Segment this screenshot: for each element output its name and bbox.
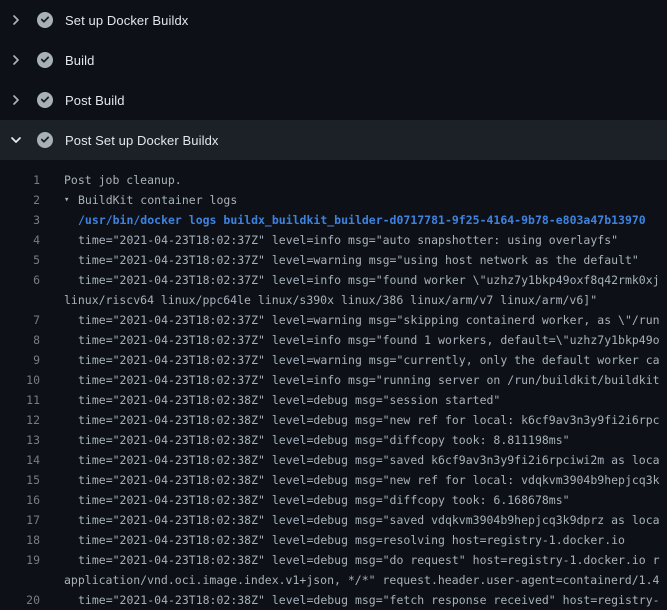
log-line-number[interactable]: 9	[0, 350, 40, 370]
log-line-text: time="2021-04-23T18:02:37Z" level=info m…	[78, 370, 660, 390]
log-line-number[interactable]: 10	[0, 370, 40, 390]
steps-list: Set up Docker Buildx Build Post Buil	[0, 0, 667, 160]
log-panel: 1 Post job cleanup. 2 ▾BuildKit containe…	[0, 160, 667, 610]
step-label: Build	[65, 53, 94, 68]
log-line-text: time="2021-04-23T18:02:37Z" level=warnin…	[78, 350, 660, 370]
log-line-number[interactable]: 4	[0, 230, 40, 250]
log-line: 2 ▾BuildKit container logs	[0, 190, 667, 210]
log-line-number[interactable]: 6	[0, 270, 40, 290]
log-line: 12 time="2021-04-23T18:02:38Z" level=deb…	[0, 410, 667, 430]
log-line-number[interactable]: 14	[0, 450, 40, 470]
log-line-text: time="2021-04-23T18:02:38Z" level=debug …	[78, 390, 500, 410]
log-line: 11 time="2021-04-23T18:02:38Z" level=deb…	[0, 390, 667, 410]
log-line-number[interactable]: 18	[0, 530, 40, 550]
log-line-number[interactable]: 2	[0, 190, 40, 210]
log-line: application/vnd.oci.image.index.v1+json,…	[0, 570, 667, 590]
log-line-number[interactable]: 13	[0, 430, 40, 450]
log-line-number[interactable]: 16	[0, 490, 40, 510]
log-line-number[interactable]: 20	[0, 590, 40, 610]
chevron-right-icon[interactable]	[8, 12, 24, 28]
log-line-text: /usr/bin/docker logs buildx_buildkit_bui…	[78, 210, 646, 230]
log-line-text: time="2021-04-23T18:02:38Z" level=debug …	[78, 450, 660, 470]
collapse-group-icon[interactable]: ▾	[64, 190, 78, 210]
log-line-number[interactable]: 19	[0, 550, 40, 570]
log-line: 20 time="2021-04-23T18:02:38Z" level=deb…	[0, 590, 667, 610]
log-line-number[interactable]: 3	[0, 210, 40, 230]
log-line: 16 time="2021-04-23T18:02:38Z" level=deb…	[0, 490, 667, 510]
check-circle-icon	[37, 132, 53, 148]
log-line-number[interactable]: 1	[0, 170, 40, 190]
log-line: 6 time="2021-04-23T18:02:37Z" level=info…	[0, 270, 667, 290]
log-line-text: application/vnd.oci.image.index.v1+json,…	[64, 570, 659, 590]
log-line-number[interactable]	[0, 290, 40, 310]
step-header[interactable]: Set up Docker Buildx	[0, 0, 667, 40]
log-line: 10 time="2021-04-23T18:02:37Z" level=inf…	[0, 370, 667, 390]
check-circle-icon	[37, 12, 53, 28]
log-line: 17 time="2021-04-23T18:02:38Z" level=deb…	[0, 510, 667, 530]
log-line: 14 time="2021-04-23T18:02:38Z" level=deb…	[0, 450, 667, 470]
log-line: 9 time="2021-04-23T18:02:37Z" level=warn…	[0, 350, 667, 370]
log-line-text: linux/riscv64 linux/ppc64le linux/s390x …	[64, 290, 597, 310]
chevron-right-icon[interactable]	[8, 92, 24, 108]
log-line: 18 time="2021-04-23T18:02:38Z" level=deb…	[0, 530, 667, 550]
check-circle-icon	[37, 52, 53, 68]
log-line-number[interactable]	[0, 570, 40, 590]
log-line-text: time="2021-04-23T18:02:38Z" level=debug …	[78, 490, 570, 510]
log-line: 7 time="2021-04-23T18:02:37Z" level=warn…	[0, 310, 667, 330]
log-line-text: time="2021-04-23T18:02:38Z" level=debug …	[78, 590, 660, 610]
log-line-text: time="2021-04-23T18:02:37Z" level=info m…	[78, 230, 618, 250]
log-line-number[interactable]: 8	[0, 330, 40, 350]
log-line: 13 time="2021-04-23T18:02:38Z" level=deb…	[0, 430, 667, 450]
log-line: 4 time="2021-04-23T18:02:37Z" level=info…	[0, 230, 667, 250]
log-line-number[interactable]: 17	[0, 510, 40, 530]
log-line-number[interactable]: 5	[0, 250, 40, 270]
log-line-text: time="2021-04-23T18:02:37Z" level=info m…	[78, 270, 660, 290]
log-line-text: time="2021-04-23T18:02:38Z" level=debug …	[78, 470, 660, 490]
chevron-right-icon[interactable]	[8, 52, 24, 68]
log-line-number[interactable]: 11	[0, 390, 40, 410]
log-line-text: time="2021-04-23T18:02:38Z" level=debug …	[78, 530, 625, 550]
log-line: 5 time="2021-04-23T18:02:37Z" level=warn…	[0, 250, 667, 270]
log-line: 19 time="2021-04-23T18:02:38Z" level=deb…	[0, 550, 667, 570]
log-line-number[interactable]: 7	[0, 310, 40, 330]
chevron-down-icon[interactable]	[8, 132, 24, 148]
log-line-text: time="2021-04-23T18:02:38Z" level=debug …	[78, 510, 660, 530]
step-label: Set up Docker Buildx	[65, 13, 188, 28]
log-line-text: Post job cleanup.	[64, 170, 182, 190]
log-line-text: time="2021-04-23T18:02:38Z" level=debug …	[78, 430, 570, 450]
log-line-text: time="2021-04-23T18:02:38Z" level=debug …	[78, 550, 660, 570]
log-line-number[interactable]: 12	[0, 410, 40, 430]
log-line-text: time="2021-04-23T18:02:37Z" level=warnin…	[78, 250, 639, 270]
log-line: 15 time="2021-04-23T18:02:38Z" level=deb…	[0, 470, 667, 490]
check-circle-icon	[37, 92, 53, 108]
step-header[interactable]: Build	[0, 40, 667, 80]
log-line-text: time="2021-04-23T18:02:37Z" level=info m…	[78, 330, 660, 350]
log-line: 1 Post job cleanup.	[0, 170, 667, 190]
step-header[interactable]: Post Set up Docker Buildx	[0, 120, 667, 160]
log-line: linux/riscv64 linux/ppc64le linux/s390x …	[0, 290, 667, 310]
log-line-text: time="2021-04-23T18:02:37Z" level=warnin…	[78, 310, 660, 330]
log-line: 8 time="2021-04-23T18:02:37Z" level=info…	[0, 330, 667, 350]
log-line-number[interactable]: 15	[0, 470, 40, 490]
step-label: Post Set up Docker Buildx	[65, 133, 219, 148]
log-line-text: time="2021-04-23T18:02:38Z" level=debug …	[78, 410, 660, 430]
group-title: BuildKit container logs	[78, 190, 237, 210]
step-label: Post Build	[65, 93, 125, 108]
log-line-text: ▾BuildKit container logs	[64, 190, 237, 210]
log-line: 3 /usr/bin/docker logs buildx_buildkit_b…	[0, 210, 667, 230]
step-header[interactable]: Post Build	[0, 80, 667, 120]
